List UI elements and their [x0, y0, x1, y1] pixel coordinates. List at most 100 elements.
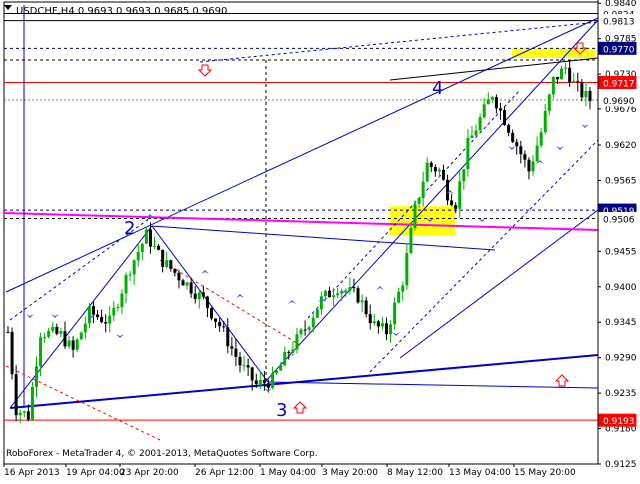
candle-body	[59, 331, 63, 334]
price-tag-label: 0.9813	[603, 18, 635, 28]
candle-body	[429, 162, 433, 168]
candle-body	[39, 337, 43, 367]
candle-body	[165, 260, 169, 267]
candle-body	[144, 229, 148, 244]
candle-body	[258, 380, 262, 384]
candle-body	[275, 370, 279, 374]
candle-body	[14, 374, 18, 416]
candle-body	[120, 293, 124, 308]
candle-body	[271, 373, 275, 388]
price-tag-label: 0.9506	[603, 215, 635, 225]
candle-body	[112, 307, 116, 316]
highlight-zone	[512, 48, 596, 58]
candle-body	[295, 334, 299, 350]
price-tag-label: 0.9770	[603, 45, 635, 55]
candle-body	[352, 287, 356, 289]
candle-body	[140, 243, 144, 252]
candle-body	[336, 293, 340, 296]
candle-body	[193, 293, 197, 299]
candle-body	[71, 340, 75, 350]
candle-body	[181, 280, 185, 286]
candle-body	[157, 245, 161, 250]
wave-label-3: 3	[276, 400, 287, 421]
candle-body	[551, 76, 555, 95]
candle-body	[43, 336, 47, 338]
candle-body	[539, 132, 543, 146]
x-tick-label: 8 May 12:00	[387, 468, 443, 478]
candle-body	[441, 169, 445, 180]
candle-body	[507, 125, 511, 133]
candle-body	[319, 296, 323, 310]
candle-body	[462, 169, 466, 182]
candle-body	[397, 291, 401, 303]
candle-body	[421, 181, 425, 199]
y-tick-label: 0.9125	[605, 460, 637, 470]
candle-body	[503, 110, 507, 126]
candle-body	[30, 386, 34, 420]
candle-body	[576, 80, 580, 83]
x-tick-label: 16 Apr 2013	[4, 468, 60, 478]
candle-body	[104, 322, 108, 324]
candle-body	[454, 205, 458, 209]
candle-body	[242, 365, 246, 367]
candle-body	[91, 306, 95, 315]
copyright-text: RoboForex - MetaTrader 4, © 2001-2013, M…	[6, 449, 318, 459]
candle-body	[356, 288, 360, 303]
candle-body	[132, 260, 136, 275]
candle-body	[189, 282, 193, 294]
candle-body	[214, 318, 218, 322]
candle-body	[161, 249, 165, 267]
candle-body	[405, 253, 409, 286]
x-tick-label: 23 Apr 20:00	[120, 468, 179, 478]
candle-body	[478, 117, 482, 131]
candle-body	[580, 82, 584, 98]
candle-body	[437, 169, 441, 172]
candle-body	[47, 330, 51, 337]
candle-body	[303, 329, 307, 331]
candle-body	[482, 104, 486, 118]
candle-body	[466, 137, 470, 170]
candle-body	[323, 290, 327, 297]
candle-body	[96, 314, 100, 318]
candle-body	[128, 274, 132, 276]
candle-body	[205, 296, 209, 309]
candle-body	[564, 67, 568, 69]
x-tick-label: 1 May 04:00	[260, 468, 316, 478]
candle-body	[209, 308, 213, 319]
candle-body	[55, 326, 59, 334]
candle-body	[515, 141, 519, 147]
candle-body	[519, 146, 523, 155]
candle-body	[116, 307, 120, 309]
chart: USDCHF,H4 0.9693 0.9693 0.9685 0.9690 Ro…	[0, 0, 640, 480]
wave-label-2: 2	[124, 218, 135, 239]
candle-body	[372, 321, 376, 324]
candle-body	[364, 300, 368, 315]
candle-body	[470, 135, 474, 138]
candle-body	[279, 365, 283, 371]
candle-body	[234, 348, 238, 357]
candle-body	[531, 161, 535, 172]
candle-body	[218, 321, 222, 327]
candle-body	[474, 130, 478, 136]
candle-body	[368, 314, 372, 324]
x-tick-label: 13 May 04:00	[449, 468, 511, 478]
candle-body	[433, 167, 437, 172]
candle-body	[291, 349, 295, 353]
candle-body	[413, 203, 417, 228]
chart-background	[0, 0, 640, 480]
x-tick-label: 3 May 20:00	[322, 468, 378, 478]
candle-body	[230, 346, 234, 349]
candle-body	[79, 332, 83, 340]
candle-body	[572, 80, 576, 83]
candle-body	[380, 323, 384, 327]
y-tick-label: 0.9455	[605, 247, 637, 257]
candle-body	[185, 282, 189, 286]
candle-body	[560, 68, 564, 80]
candle-body	[100, 317, 104, 323]
candle-body	[10, 332, 14, 375]
candle-body	[332, 295, 336, 298]
candle-body	[67, 340, 71, 347]
candle-body	[376, 321, 380, 327]
candle-body	[246, 365, 250, 368]
candle-body	[458, 181, 462, 209]
